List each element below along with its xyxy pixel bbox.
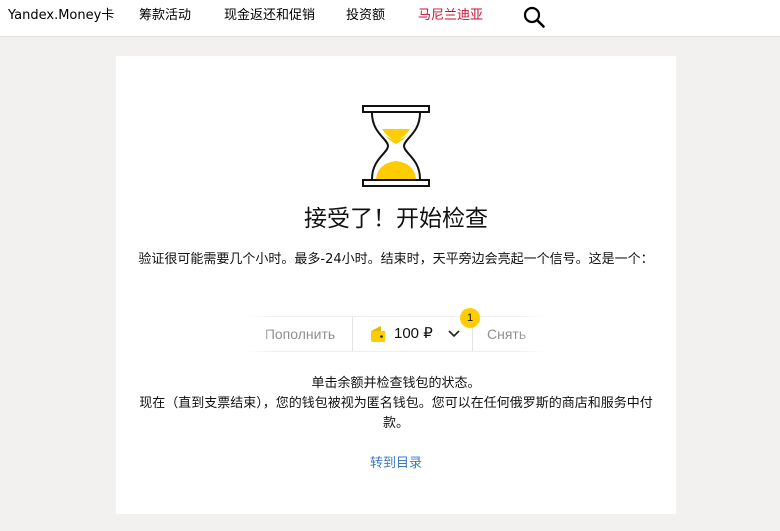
- go-to-catalog-link[interactable]: 转到目录: [116, 454, 676, 474]
- nav-fundraising[interactable]: 筹款活动: [139, 8, 191, 24]
- fade-overlay-right: [518, 316, 544, 352]
- info-line-2: 现在（直到支票结束），您的钱包被视为匿名钱包。您可以在任何俄罗斯的商店和服务中付…: [139, 396, 653, 431]
- nav-manilandia[interactable]: 马尼兰迪亚: [418, 8, 483, 24]
- wallet-icon: [371, 326, 385, 342]
- hourglass-icon: [362, 105, 430, 187]
- verification-card: 接受了！开始检查 验证很可能需要几个小时。最多-24小时。结束时，天平旁边会亮起…: [116, 56, 676, 514]
- nav-investments[interactable]: 投资额: [346, 8, 385, 24]
- nav-yandex-money-card[interactable]: Yandex.Money卡: [8, 8, 114, 24]
- search-button[interactable]: [522, 5, 546, 29]
- info-line-1: 单击余额并检查钱包的状态。: [311, 376, 481, 391]
- wallet-widget: Пополнить 100 ₽ Снять: [248, 316, 544, 352]
- nav-cashback-promos[interactable]: 现金返还和促销: [224, 8, 315, 24]
- balance-dropdown[interactable]: 100 ₽: [352, 317, 472, 351]
- notification-badge: 1: [460, 308, 480, 328]
- verification-description: 验证很可能需要几个小时。最多-24小时。结束时，天平旁边会亮起一个信号。这是一个…: [138, 252, 654, 267]
- chevron-down-icon: [448, 330, 460, 338]
- top-navigation-bar: Yandex.Money卡 筹款活动 现金返还和促销 投资额 马尼兰迪亚: [0, 0, 780, 37]
- search-icon: [523, 6, 545, 28]
- wallet-status-info: 单击余额并检查钱包的状态。 现在（直到支票结束），您的钱包被视为匿名钱包。您可以…: [134, 374, 658, 434]
- page-title: 接受了！开始检查: [304, 206, 488, 232]
- balance-amount: 100 ₽: [394, 325, 433, 342]
- fade-overlay-left: [248, 316, 274, 352]
